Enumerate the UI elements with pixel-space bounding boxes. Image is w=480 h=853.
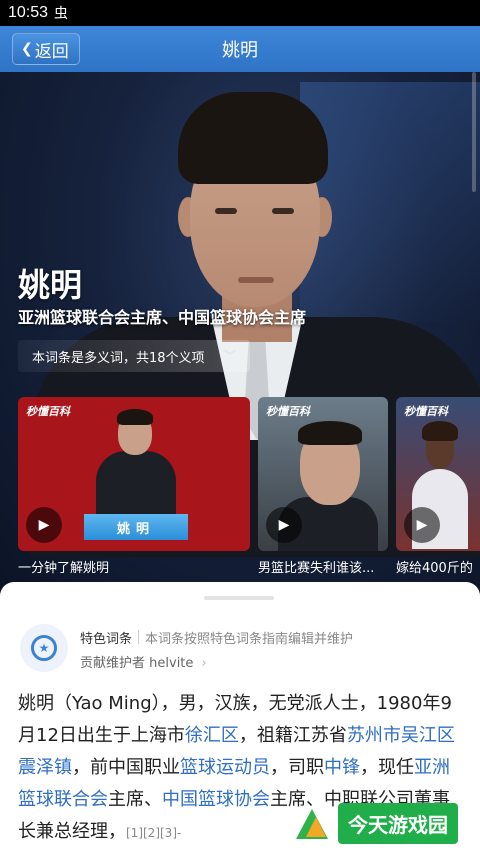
featured-entry-desc: 本词条按照特色词条指南编辑并维护 — [145, 632, 354, 647]
entry-subtitle: 亚洲篮球联合会主席、中国篮球协会主席 — [18, 308, 307, 327]
contributor-name: helvite — [149, 656, 194, 671]
nav-bar: ❮ 返回 姚明 — [0, 26, 480, 72]
play-icon[interactable]: ▶ — [266, 507, 302, 543]
link-xuhui[interactable]: 徐汇区 — [185, 725, 239, 746]
bug-icon: 虫 — [54, 5, 69, 21]
video-caption: 一分钟了解姚明 — [18, 561, 110, 576]
entry-title: 姚明 — [18, 266, 83, 304]
watermark: 今天游戏园 — [292, 800, 458, 846]
watermark-logo-icon — [292, 803, 332, 843]
polysemy-button[interactable]: 本词条是多义词，共18个义项 ﹀ — [18, 340, 250, 372]
hero-scrollbar — [472, 72, 476, 192]
back-label: 返回 — [34, 41, 69, 62]
drag-handle[interactable] — [204, 596, 274, 600]
page-title: 姚明 — [222, 40, 258, 61]
featured-entry-icon: ★ — [20, 624, 68, 672]
video-card[interactable]: 秒懂百科 姚明 ▶ 一分钟了解姚明 — [18, 397, 250, 585]
link-center[interactable]: 中锋 — [324, 757, 360, 778]
baike-logo: 秒懂百科 — [26, 405, 70, 418]
watermark-text: 今天游戏园 — [338, 802, 458, 844]
play-icon[interactable]: ▶ — [404, 507, 440, 543]
person-figure — [96, 405, 176, 515]
status-bar: 10:53 虫 — [0, 0, 480, 26]
video-thumbnail: 秒懂百科 ▶ — [258, 397, 388, 551]
video-thumbnail: 秒懂百科 ▶ — [396, 397, 480, 551]
back-button[interactable]: ❮ 返回 — [12, 33, 80, 65]
video-caption: 嫁给400斤的 — [396, 561, 473, 576]
video-thumbnail: 秒懂百科 姚明 ▶ — [18, 397, 250, 551]
hero-banner: 姚明 亚洲篮球联合会主席、中国篮球协会主席 本词条是多义词，共18个义项 ﹀ 秒… — [0, 72, 480, 592]
divider — [138, 630, 139, 644]
play-icon[interactable]: ▶ — [26, 507, 62, 543]
reference-markers[interactable]: [1][2][3]- — [126, 826, 181, 840]
featured-entry-label: 特色词条 — [80, 632, 133, 647]
video-card[interactable]: 秒懂百科 ▶ 嫁给400斤的 — [396, 397, 480, 585]
chevron-right-icon: › — [201, 656, 207, 671]
link-cba[interactable]: 中国篮球协会 — [162, 789, 270, 810]
status-time: 10:53 — [8, 4, 49, 21]
name-ribbon: 姚明 — [84, 514, 188, 540]
link-basketball-player[interactable]: 篮球运动员 — [180, 757, 270, 778]
polysemy-label: 本词条是多义词，共18个义项 — [32, 350, 205, 366]
video-caption: 男篮比赛失利谁该... — [258, 561, 375, 576]
chevron-left-icon: ❮ — [21, 41, 33, 57]
video-card[interactable]: 秒懂百科 ▶ 男篮比赛失利谁该... — [258, 397, 388, 585]
contributor-prefix: 贡献维护者 — [80, 656, 146, 671]
baike-logo: 秒懂百科 — [404, 405, 448, 418]
contributor-link[interactable]: 贡献维护者 helvite › — [80, 652, 207, 671]
chevron-down-icon: ﹀ — [223, 349, 236, 363]
